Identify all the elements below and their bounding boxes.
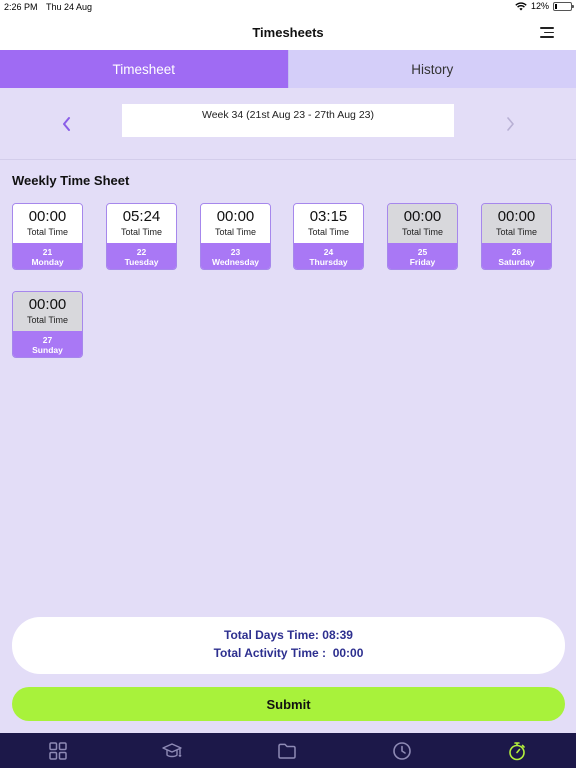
day-name: Friday — [409, 257, 436, 267]
day-date: 24 — [323, 247, 334, 257]
day-total-time-label: Total Time — [214, 227, 256, 237]
day-total-time: 05:24 — [122, 208, 161, 225]
day-total-time: 00:00 — [28, 296, 67, 313]
hamburger-menu-icon[interactable] — [540, 26, 554, 38]
tab-bar: Timesheet History — [0, 50, 576, 88]
battery-icon — [553, 1, 574, 11]
status-bar: 2:26 PM Thu 24 Aug 12% — [0, 0, 576, 14]
folder-icon[interactable] — [277, 741, 297, 761]
graduation-cap-icon[interactable] — [162, 741, 182, 761]
section-title: Weekly Time Sheet — [12, 173, 130, 188]
day-total-time: 00:00 — [403, 208, 442, 225]
day-date: 23 — [230, 247, 241, 257]
day-card-sunday[interactable]: 00:00 Total Time 27 Sunday — [12, 291, 83, 358]
day-name: Monday — [31, 257, 64, 267]
bottom-nav — [0, 733, 576, 768]
submit-button[interactable]: Submit — [12, 687, 565, 721]
day-card-tuesday[interactable]: 05:24 Total Time 22 Tuesday — [106, 203, 177, 270]
day-total-time-label: Total Time — [401, 227, 443, 237]
day-date: 25 — [417, 247, 428, 257]
day-card-thursday[interactable]: 03:15 Total Time 24 Thursday — [293, 203, 364, 270]
day-total-time-label: Total Time — [495, 227, 537, 237]
status-date: Thu 24 Aug — [46, 2, 93, 12]
clock-icon[interactable] — [392, 741, 412, 761]
status-time: 2:26 PM — [4, 2, 38, 12]
day-total-time-label: Total Time — [26, 227, 68, 237]
wifi-icon — [515, 1, 527, 10]
day-name: Sunday — [32, 345, 63, 355]
day-card-monday[interactable]: 00:00 Total Time 21 Monday — [12, 203, 83, 270]
tab-history[interactable]: History — [287, 50, 576, 88]
day-total-time: 00:00 — [216, 208, 255, 225]
day-name: Thursday — [309, 257, 348, 267]
day-card-saturday[interactable]: 00:00 Total Time 26 Saturday — [481, 203, 552, 270]
page-title: Timesheets — [252, 25, 324, 40]
stopwatch-icon[interactable] — [507, 741, 527, 761]
day-total-time: 00:00 — [28, 208, 67, 225]
day-date: 21 — [42, 247, 53, 257]
day-total-time: 03:15 — [309, 208, 348, 225]
app-header: Timesheets — [0, 14, 576, 50]
totals-panel: Total Days Time: 08:39 Total Activity Ti… — [12, 617, 565, 674]
day-card-friday[interactable]: 00:00 Total Time 25 Friday — [387, 203, 458, 270]
day-total-time-label: Total Time — [307, 227, 349, 237]
day-date: 26 — [511, 247, 522, 257]
day-date: 27 — [42, 335, 53, 345]
week-navigator: Week 34 (21st Aug 23 - 27th Aug 23) — [0, 88, 576, 160]
day-card-wednesday[interactable]: 00:00 Total Time 23 Wednesday — [200, 203, 271, 270]
tab-timesheet[interactable]: Timesheet — [0, 50, 288, 88]
status-indicators: 12% — [515, 1, 574, 11]
day-name: Tuesday — [124, 257, 159, 267]
total-activity-time: Total Activity Time : 00:00 — [213, 646, 364, 660]
day-date: 22 — [136, 247, 147, 257]
day-name: Saturday — [498, 257, 535, 267]
grid-icon[interactable] — [48, 741, 68, 761]
battery-percent: 12% — [530, 1, 549, 11]
day-total-time: 00:00 — [497, 208, 536, 225]
day-name: Wednesday — [211, 257, 260, 267]
week-label: Week 34 (21st Aug 23 - 27th Aug 23) — [122, 104, 454, 137]
chevron-left-icon[interactable] — [60, 115, 74, 133]
chevron-right-icon[interactable] — [503, 115, 517, 133]
total-days-time: Total Days Time: 08:39 — [224, 628, 353, 642]
day-total-time-label: Total Time — [120, 227, 162, 237]
day-total-time-label: Total Time — [26, 315, 68, 325]
